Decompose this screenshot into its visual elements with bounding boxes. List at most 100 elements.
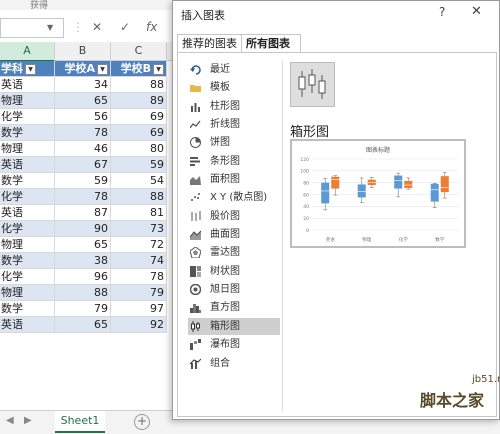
table-cell[interactable]: 物理 [0,237,55,253]
chart-preview[interactable]: 图表标题 0 20 40 60 80 100 120 英语 物理 化学 数学 [290,139,466,248]
chart-type-item[interactable]: 箱形图 [188,317,280,335]
column-header-b[interactable]: B [55,42,111,61]
filter-dropdown-icon[interactable]: ▼ [25,63,36,75]
chart-type-item[interactable]: X Y (散点图) [188,189,280,206]
table-cell[interactable]: 54 [111,173,167,189]
sheet-tab[interactable]: Sheet1 [55,411,105,433]
chart-type-item[interactable]: 模板 [188,79,280,96]
table-cell[interactable]: 英语 [0,205,55,221]
table-cell[interactable]: 34 [55,77,111,93]
table-cell[interactable]: 化学 [0,221,55,237]
table-cell[interactable]: 56 [55,109,111,125]
table-cell[interactable]: 90 [55,221,111,237]
table-cell[interactable]: 87 [55,205,111,221]
table-cell[interactable]: 89 [111,93,167,109]
table-cell[interactable]: 69 [111,109,167,125]
table-cell[interactable]: 数学 [0,301,55,317]
header-cell[interactable]: 学科 ▼ [0,61,55,77]
table-cell[interactable]: 97 [111,301,167,317]
table-cell[interactable]: 65 [55,317,111,333]
table-cell[interactable]: 96 [55,269,111,285]
table-cell[interactable]: 79 [55,301,111,317]
chart-type-item[interactable]: 饼图 [188,134,280,151]
table-cell[interactable]: 92 [111,317,167,333]
add-sheet-icon[interactable]: + [134,414,150,430]
chart-type-item[interactable]: 折线图 [188,116,280,133]
table-cell[interactable]: 英语 [0,157,55,173]
table-cell[interactable]: 72 [111,237,167,253]
tab-all-charts[interactable]: 所有图表 [241,34,301,53]
table-cell[interactable]: 英语 [0,77,55,93]
box [321,182,330,204]
y-tick-label: 60 [303,192,309,198]
chart-type-item[interactable]: 旭日图 [188,281,280,298]
chart-type-item[interactable]: 最近 [188,61,280,78]
table-cell[interactable]: 38 [55,253,111,269]
table-cell[interactable]: 46 [55,141,111,157]
table-cell[interactable]: 数学 [0,125,55,141]
table-cell[interactable]: 88 [111,77,167,93]
help-icon[interactable]: ? [439,5,445,19]
table-cell[interactable]: 数学 [0,253,55,269]
table-cell[interactable]: 81 [111,205,167,221]
cancel-icon[interactable]: ✕ [92,20,102,34]
table-cell[interactable]: 78 [111,269,167,285]
chart-type-item[interactable]: 股价图 [188,208,280,225]
chart-type-label: 面积图 [210,174,240,186]
table-cell[interactable]: 物理 [0,141,55,157]
header-cell[interactable]: 学校A ▼ [55,61,111,77]
table-cell[interactable]: 化学 [0,109,55,125]
table-cell[interactable]: 65 [55,93,111,109]
chart-type-item[interactable]: 曲面图 [188,226,280,243]
chart-type-label: 模板 [210,82,230,94]
confirm-icon[interactable]: ✓ [120,20,130,34]
table-cell[interactable]: 65 [55,237,111,253]
table-cell[interactable]: 78 [55,125,111,141]
chart-type-item[interactable]: 面积图 [188,171,280,188]
filter-dropdown-icon[interactable]: ▼ [97,63,108,75]
filter-dropdown-icon[interactable]: ▼ [153,63,164,75]
column-header-a[interactable]: A [0,42,55,62]
chart-type-label: 柱形图 [210,100,240,112]
tab-prev-icon[interactable]: ◀ [6,415,14,426]
tab-next-icon[interactable]: ▶ [24,415,32,426]
chart-type-item[interactable]: 雷达图 [188,244,280,261]
table-cell[interactable]: 物理 [0,285,55,301]
y-tick-label: 80 [303,180,309,186]
insert-function-icon[interactable]: fx [146,20,157,34]
table-cell[interactable]: 物理 [0,93,55,109]
header-cell[interactable]: 学校B ▼ [111,61,167,77]
radar-chart-icon [190,247,201,259]
y-tick-label: 0 [306,228,309,234]
table-cell[interactable]: 69 [111,125,167,141]
chart-type-label: 瀑布图 [210,339,240,351]
table-cell[interactable]: 80 [111,141,167,157]
tab-recommended-charts[interactable]: 推荐的图表 [177,34,245,53]
chart-type-item[interactable]: 组合 [188,355,280,372]
table-cell[interactable]: 88 [111,189,167,205]
chart-type-item[interactable]: 瀑布图 [188,336,280,353]
table-cell[interactable]: 59 [111,157,167,173]
table-cell[interactable]: 59 [55,173,111,189]
chart-type-item[interactable]: 直方图 [188,299,280,316]
close-icon[interactable]: ✕ [471,4,482,19]
table-cell[interactable]: 79 [111,285,167,301]
table-cell[interactable]: 78 [55,189,111,205]
table-cell[interactable]: 88 [55,285,111,301]
table-cell[interactable]: 73 [111,221,167,237]
watermark-name: 脚本之家 [420,391,485,410]
column-header-c[interactable]: C [111,42,167,61]
chart-type-item[interactable]: 柱形图 [188,98,280,115]
table-cell[interactable]: 数学 [0,173,55,189]
chart-type-item[interactable]: 条形图 [188,153,280,170]
chart-type-label: 雷达图 [210,247,240,259]
table-cell[interactable]: 化学 [0,189,55,205]
table-cell[interactable]: 67 [55,157,111,173]
chevron-down-icon[interactable]: ▼ [47,23,53,32]
box-whisker-thumbnail[interactable] [290,62,335,107]
chart-type-item[interactable]: 树状图 [188,263,280,280]
table-cell[interactable]: 化学 [0,269,55,285]
table-cell[interactable]: 英语 [0,317,55,333]
table-cell[interactable]: 74 [111,253,167,269]
name-box[interactable] [0,18,64,38]
